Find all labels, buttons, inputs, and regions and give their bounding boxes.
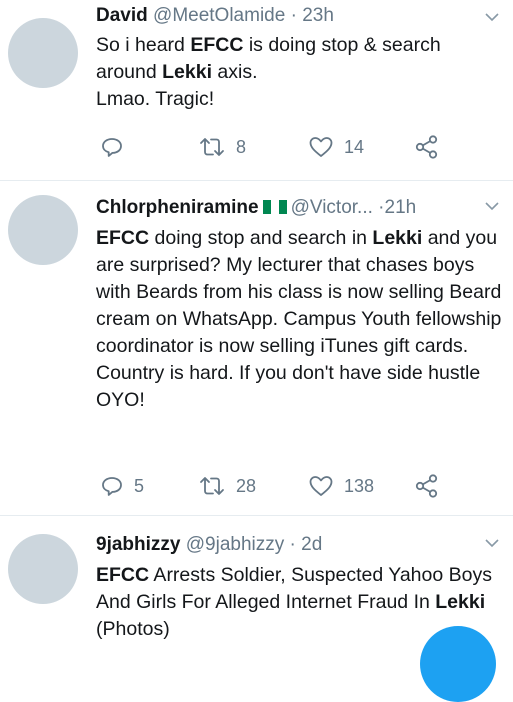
separator-dot: · <box>290 5 297 26</box>
compose-button[interactable] <box>420 626 496 702</box>
reply-button[interactable] <box>100 134 134 160</box>
author-handle[interactable]: @9jabhizzy <box>186 534 285 555</box>
reply-button[interactable]: 5 <box>100 473 144 499</box>
action-bar: 5 28 138 <box>96 473 456 499</box>
chevron-down-icon[interactable] <box>483 197 501 215</box>
tweet[interactable]: Chlorpheniramine @Victor... ·21h EFCC doi… <box>0 181 513 515</box>
avatar[interactable] <box>8 534 78 604</box>
like-count: 14 <box>344 136 365 157</box>
timestamp[interactable]: 21h <box>385 197 417 218</box>
like-button[interactable]: 138 <box>308 473 374 499</box>
chevron-down-icon[interactable] <box>483 534 501 552</box>
tweet-text: So i heard EFCC is doing stop & search a… <box>96 34 441 110</box>
nigeria-flag-icon <box>262 197 287 214</box>
timestamp[interactable]: 2d <box>301 534 322 555</box>
tweet-text: EFCC doing stop and search in Lekki and … <box>96 227 502 411</box>
reply-icon <box>102 477 122 496</box>
tweet-header: David @MeetOlamide · 23h <box>96 4 483 28</box>
author-name[interactable]: David <box>96 5 148 26</box>
tweet[interactable]: 9jabhizzy @9jabhizzy · 2d EFCC Arrests S… <box>0 516 513 645</box>
timestamp[interactable]: 23h <box>302 5 334 26</box>
like-count: 138 <box>344 475 375 496</box>
reply-count: 5 <box>134 475 145 496</box>
chevron-down-icon[interactable] <box>483 8 501 26</box>
author-name[interactable]: 9jabhizzy <box>96 534 180 555</box>
avatar[interactable] <box>8 195 78 265</box>
retweet-button[interactable]: 8 <box>198 134 246 160</box>
tweet-header: 9jabhizzy @9jabhizzy · 2d <box>96 533 483 557</box>
heart-icon <box>309 476 333 496</box>
author-name[interactable]: Chlorpheniramine <box>96 197 259 218</box>
share-icon <box>415 474 438 498</box>
heart-icon <box>309 137 333 157</box>
avatar[interactable] <box>8 18 78 88</box>
author-handle[interactable]: @MeetOlamide <box>153 5 285 26</box>
retweet-icon <box>200 477 224 495</box>
retweet-button[interactable]: 28 <box>198 473 256 499</box>
retweet-count: 8 <box>236 136 247 157</box>
share-button[interactable] <box>414 134 440 160</box>
share-button[interactable] <box>414 473 440 499</box>
reply-icon <box>102 138 122 157</box>
retweet-count: 28 <box>236 475 257 496</box>
like-button[interactable]: 14 <box>308 134 364 160</box>
action-bar: 8 14 <box>96 134 456 160</box>
tweet[interactable]: David @MeetOlamide · 23h So i heard EFCC… <box>0 0 513 180</box>
author-handle[interactable]: @Victor... <box>291 197 373 218</box>
separator-dot: · <box>289 534 296 555</box>
share-icon <box>415 135 438 159</box>
retweet-icon <box>200 138 224 156</box>
tweet-header: Chlorpheniramine @Victor... ·21h <box>96 196 473 220</box>
